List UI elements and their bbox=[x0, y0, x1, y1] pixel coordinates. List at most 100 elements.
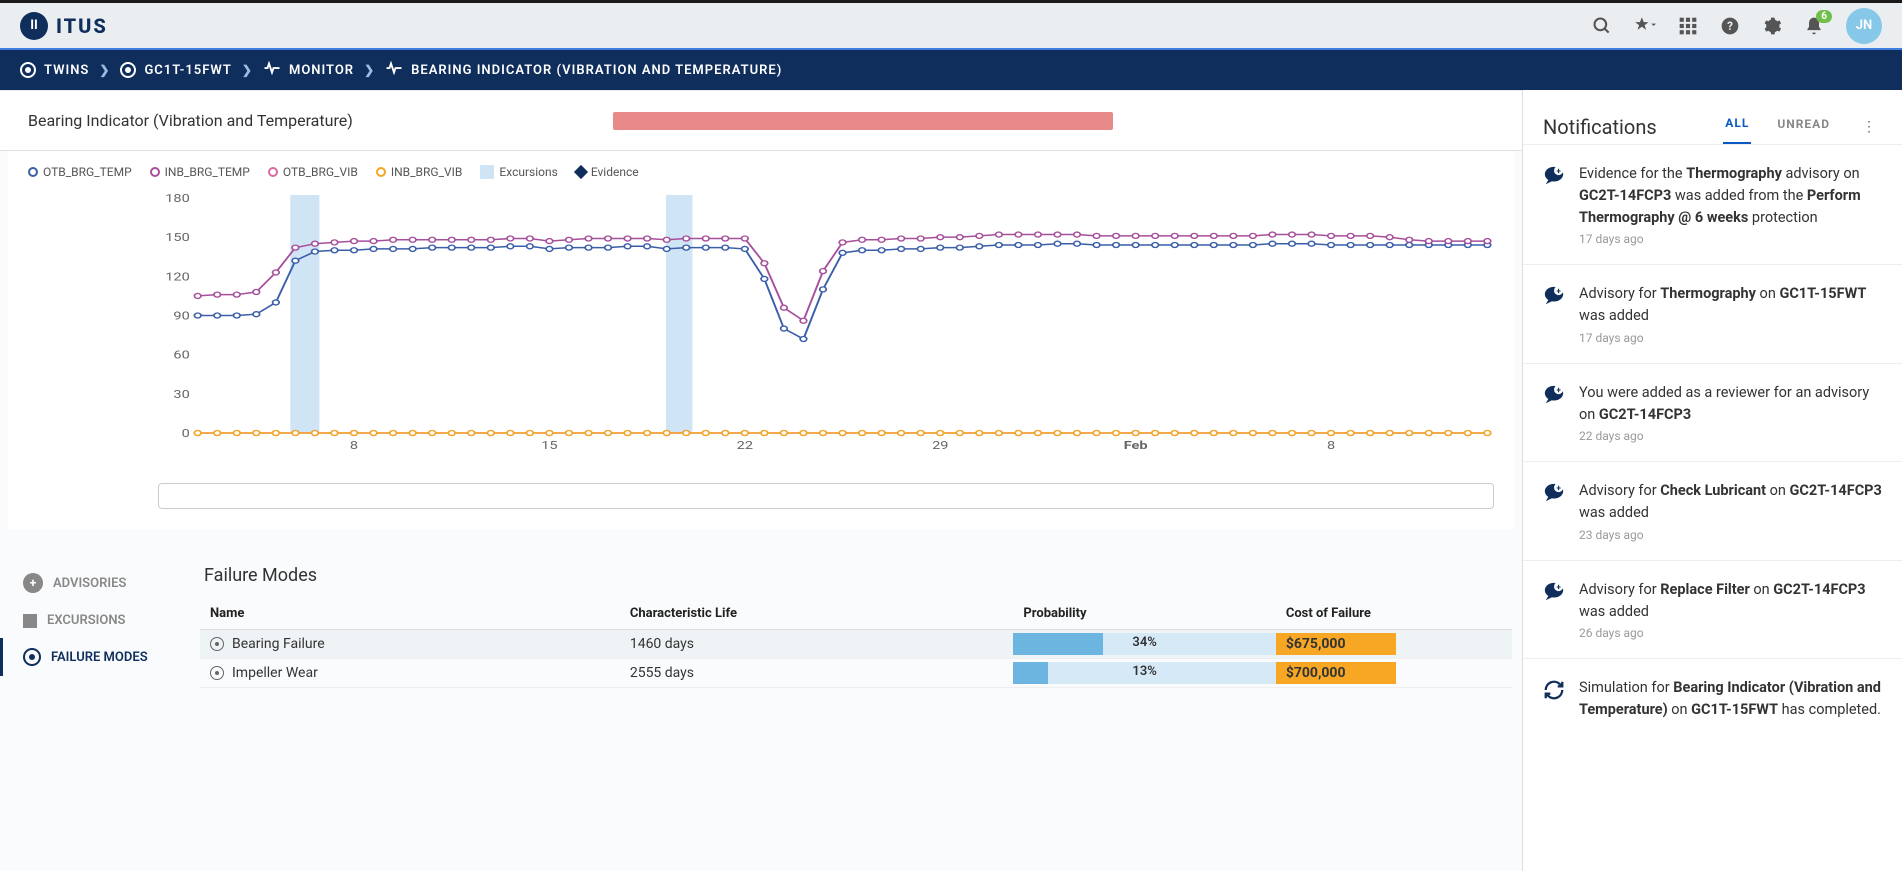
star-menu-icon[interactable] bbox=[1634, 16, 1656, 36]
notification-time: 17 days ago bbox=[1579, 232, 1882, 246]
comment-plus-icon: + bbox=[1543, 285, 1565, 345]
app-logo[interactable]: II ITUS bbox=[20, 12, 108, 40]
breadcrumb-asset[interactable]: GC1T-15FWT bbox=[120, 62, 231, 78]
failure-modes-table: Name Characteristic Life Probability Cos… bbox=[200, 598, 1512, 688]
chart-panel: OTB_BRG_TEMP INB_BRG_TEMP OTB_BRG_VIB IN… bbox=[8, 151, 1514, 529]
legend-evidence[interactable]: Evidence bbox=[576, 165, 639, 179]
square-icon bbox=[480, 165, 494, 179]
notification-text: Advisory for Thermography on GC1T-15FWT … bbox=[1579, 283, 1882, 327]
failure-modes-title: Failure Modes bbox=[200, 559, 1512, 598]
notification-item[interactable]: + You were added as a reviewer for an adv… bbox=[1523, 363, 1902, 462]
refresh-icon bbox=[1543, 679, 1565, 721]
breadcrumb-monitor[interactable]: MONITOR bbox=[263, 61, 354, 79]
svg-text:8: 8 bbox=[1327, 440, 1335, 453]
notification-item[interactable]: + Advisory for Check Lubricant on GC2T-14… bbox=[1523, 461, 1902, 560]
heartbeat-icon bbox=[263, 61, 281, 79]
svg-text:+: + bbox=[1556, 386, 1561, 396]
legend-series-1[interactable]: OTB_BRG_TEMP bbox=[28, 165, 132, 179]
svg-text:180: 180 bbox=[165, 193, 190, 205]
app-name: ITUS bbox=[56, 14, 108, 38]
notification-text: You were added as a reviewer for an advi… bbox=[1579, 382, 1882, 426]
tab-failure-modes[interactable]: FAILURE MODES bbox=[0, 638, 190, 676]
svg-text:29: 29 bbox=[932, 440, 948, 453]
svg-text:90: 90 bbox=[173, 310, 189, 323]
heartbeat-icon bbox=[385, 61, 403, 79]
top-bar: II ITUS ? 6 JN bbox=[0, 0, 1902, 48]
notification-text: Evidence for the Thermography advisory o… bbox=[1579, 163, 1882, 228]
svg-text:?: ? bbox=[1727, 19, 1733, 33]
notifications-title: Notifications bbox=[1543, 115, 1657, 139]
svg-text:+: + bbox=[1556, 287, 1561, 297]
help-icon[interactable]: ? bbox=[1720, 16, 1740, 36]
notification-time: 17 days ago bbox=[1579, 331, 1882, 345]
notification-time: 26 days ago bbox=[1579, 626, 1882, 640]
table-row[interactable]: Impeller Wear2555 days13%$700,000 bbox=[200, 659, 1512, 688]
notification-item[interactable]: + Advisory for Replace Filter on GC2T-14F… bbox=[1523, 560, 1902, 659]
side-tab-list: +ADVISORIES EXCURSIONS FAILURE MODES bbox=[0, 559, 190, 688]
breadcrumb-twins[interactable]: TWINS bbox=[20, 62, 89, 78]
svg-text:150: 150 bbox=[165, 232, 190, 245]
status-bar bbox=[613, 112, 1113, 130]
svg-text:+: + bbox=[1556, 484, 1561, 494]
chevron-right-icon: ❯ bbox=[99, 63, 110, 77]
svg-text:60: 60 bbox=[173, 349, 189, 362]
svg-text:15: 15 bbox=[541, 440, 557, 453]
notification-item[interactable]: +Evidence for the Thermography advisory … bbox=[1523, 144, 1902, 264]
svg-text:22: 22 bbox=[737, 440, 753, 453]
failure-modes-panel: Failure Modes Name Characteristic Life P… bbox=[190, 559, 1522, 688]
notification-text: Advisory for Replace Filter on GC2T-14FC… bbox=[1579, 579, 1882, 623]
breadcrumb-current: BEARING INDICATOR (VIBRATION AND TEMPERA… bbox=[385, 61, 782, 79]
target-icon bbox=[23, 648, 41, 666]
diamond-icon bbox=[574, 165, 588, 179]
legend-excursions[interactable]: Excursions bbox=[480, 165, 557, 179]
apps-grid-icon[interactable] bbox=[1678, 16, 1698, 36]
notification-list[interactable]: +Evidence for the Thermography advisory … bbox=[1523, 144, 1902, 871]
col-life[interactable]: Characteristic Life bbox=[620, 598, 1014, 630]
chart-legend: OTB_BRG_TEMP INB_BRG_TEMP OTB_BRG_VIB IN… bbox=[28, 161, 1494, 183]
notif-tab-unread[interactable]: UNREAD bbox=[1775, 111, 1832, 143]
table-row[interactable]: Bearing Failure1460 days34%$675,000 bbox=[200, 630, 1512, 659]
line-chart[interactable]: 03060901201501808152229Feb8 bbox=[158, 193, 1494, 453]
panel-header: Bearing Indicator (Vibration and Tempera… bbox=[0, 90, 1522, 151]
comment-plus-icon: + bbox=[1543, 581, 1565, 641]
circle-icon bbox=[376, 167, 386, 177]
search-icon[interactable] bbox=[1592, 16, 1612, 36]
chart-svg-wrap[interactable]: 03060901201501808152229Feb8 bbox=[158, 193, 1494, 483]
notification-time: 23 days ago bbox=[1579, 528, 1882, 542]
svg-text:Feb: Feb bbox=[1124, 440, 1148, 453]
kebab-icon[interactable]: ⋮ bbox=[1856, 113, 1882, 141]
target-icon bbox=[20, 62, 36, 78]
notification-text: Simulation for Bearing Indicator (Vibrat… bbox=[1579, 677, 1882, 721]
target-icon bbox=[210, 666, 224, 680]
notif-tab-all[interactable]: ALL bbox=[1723, 110, 1751, 144]
tab-advisories[interactable]: +ADVISORIES bbox=[0, 563, 190, 603]
svg-text:8: 8 bbox=[350, 440, 358, 453]
toolbar-actions: ? 6 JN bbox=[1592, 8, 1882, 44]
chart-brush[interactable] bbox=[158, 483, 1494, 509]
square-icon bbox=[23, 614, 37, 628]
logo-icon: II bbox=[20, 12, 48, 40]
notification-item[interactable]: Simulation for Bearing Indicator (Vibrat… bbox=[1523, 658, 1902, 739]
svg-text:0: 0 bbox=[182, 428, 190, 441]
target-icon bbox=[210, 637, 224, 651]
chevron-right-icon: ❯ bbox=[242, 63, 253, 77]
svg-text:120: 120 bbox=[165, 271, 190, 284]
bell-icon[interactable]: 6 bbox=[1804, 16, 1824, 36]
notification-item[interactable]: + Advisory for Thermography on GC1T-15FWT… bbox=[1523, 264, 1902, 363]
circle-icon bbox=[268, 167, 278, 177]
col-cost[interactable]: Cost of Failure bbox=[1276, 598, 1512, 630]
comment-plus-icon: + bbox=[1543, 165, 1565, 246]
comment-plus-icon: + bbox=[1543, 384, 1565, 444]
tab-excursions[interactable]: EXCURSIONS bbox=[0, 603, 190, 638]
gear-icon[interactable] bbox=[1762, 16, 1782, 36]
col-prob[interactable]: Probability bbox=[1013, 598, 1275, 630]
comment-plus-icon: + bbox=[1543, 482, 1565, 542]
legend-series-2[interactable]: INB_BRG_TEMP bbox=[150, 165, 250, 179]
circle-icon bbox=[28, 167, 38, 177]
legend-series-4[interactable]: INB_BRG_VIB bbox=[376, 165, 463, 179]
legend-series-3[interactable]: OTB_BRG_VIB bbox=[268, 165, 358, 179]
notification-text: Advisory for Check Lubricant on GC2T-14F… bbox=[1579, 480, 1882, 524]
col-name[interactable]: Name bbox=[200, 598, 620, 630]
avatar[interactable]: JN bbox=[1846, 8, 1882, 44]
page-title: Bearing Indicator (Vibration and Tempera… bbox=[28, 111, 353, 130]
